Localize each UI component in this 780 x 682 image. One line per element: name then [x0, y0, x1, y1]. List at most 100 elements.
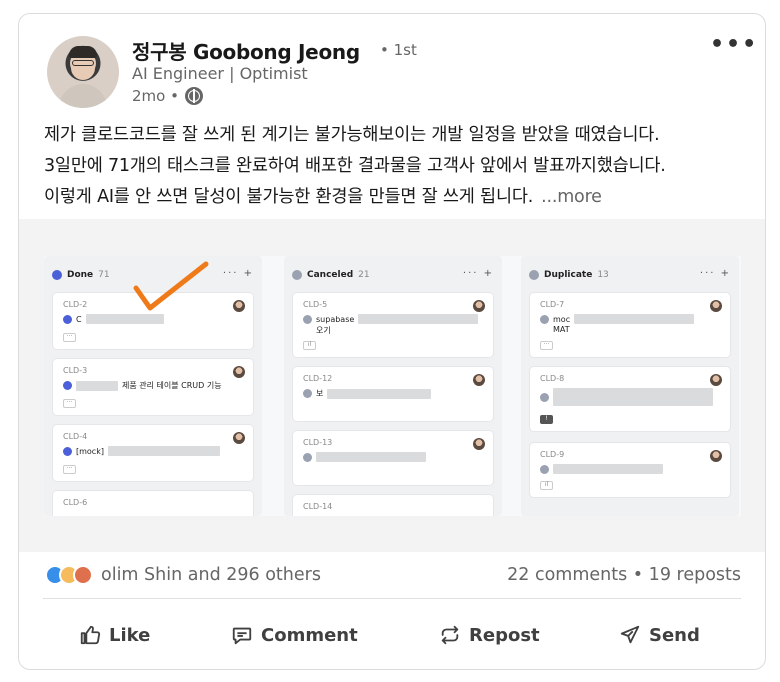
task-title: [mock] — [63, 446, 220, 456]
like-button[interactable]: Like — [79, 614, 150, 656]
assignee-avatar — [233, 366, 245, 378]
column-count: 21 — [358, 270, 370, 280]
redacted-text — [76, 380, 118, 391]
task-text: moc — [553, 314, 571, 324]
assignee-avatar — [473, 300, 485, 312]
see-more-link[interactable]: ...more — [541, 187, 602, 207]
comment-icon — [232, 627, 252, 645]
author-name[interactable]: 정구봉 Goobong Jeong — [132, 36, 360, 65]
done-status-icon — [52, 270, 62, 280]
assignee-avatar — [473, 438, 485, 450]
task-card: CLD-13 — [292, 430, 494, 486]
repost-button[interactable]: Repost — [439, 614, 540, 656]
task-id: CLD-14 — [303, 502, 333, 511]
column-title: Duplicate — [544, 270, 593, 280]
task-title: moc — [540, 314, 695, 324]
redacted-text — [553, 388, 713, 406]
repost-label: Repost — [469, 624, 540, 646]
redacted-text — [107, 446, 220, 456]
task-text: [mock] — [76, 446, 104, 456]
task-id: CLD-6 — [63, 498, 88, 507]
priority-chip: ıl — [540, 481, 553, 490]
author-headline: AI Engineer | Optimist — [132, 64, 308, 83]
divider — [43, 598, 741, 599]
globe-icon — [184, 87, 203, 105]
column-header: Duplicate 13 — [529, 270, 609, 280]
task-card: CLD-3 제품 관리 테이블 CRUD 기능 ··· — [52, 358, 254, 416]
post-line: 제가 클로드코드를 잘 쓰게 된 계기는 불가능해보이는 개발 일정을 받았을 … — [44, 125, 660, 145]
column-title: Done — [67, 270, 94, 280]
post-card: 정구봉 Goobong Jeong • 1st AI Engineer | Op… — [18, 13, 766, 670]
redacted-text — [574, 314, 695, 324]
love-icon — [73, 565, 93, 585]
redacted-text — [327, 388, 432, 399]
task-title-line2: 오기 — [316, 326, 331, 335]
checkmark-doodle — [133, 261, 209, 311]
task-chip: ··· — [63, 399, 76, 408]
task-card: CLD-4 [mock] ··· — [52, 424, 254, 482]
task-id: CLD-4 — [63, 432, 88, 441]
reactions-summary[interactable]: olim Shin and 296 others — [45, 565, 321, 585]
canceled-status-icon — [292, 270, 302, 280]
priority-chip: ! — [540, 415, 553, 424]
assignee-avatar — [710, 300, 722, 312]
task-id: CLD-2 — [63, 300, 88, 309]
send-button[interactable]: Send — [619, 614, 700, 656]
post-line-text: 이렇게 AI를 안 쓰면 달성이 불가능한 환경을 만들면 잘 쓰게 됩니다. — [44, 187, 534, 207]
assignee-avatar — [233, 300, 245, 312]
reactions-text[interactable]: olim Shin and 296 others — [101, 565, 321, 585]
column-count: 13 — [597, 270, 609, 280]
column-header: Canceled 21 — [292, 270, 370, 280]
comment-button[interactable]: Comment — [231, 614, 358, 656]
task-card: CLD-6 — [52, 490, 254, 516]
column-title: Canceled — [307, 270, 354, 280]
connection-degree: • 1st — [380, 41, 417, 59]
task-title-line2: MAT — [553, 325, 570, 334]
task-card: CLD-8 ! — [529, 366, 731, 432]
canceled-icon — [303, 314, 312, 324]
column-canceled: Canceled 21 ··· + CLD-5 supabase 오기 ıl C… — [284, 256, 502, 516]
action-bar: Like Comment Repost Send — [19, 614, 765, 656]
column-done: Done 71 ··· + CLD-2 C ··· CLD-3 제품 관리 테이… — [44, 256, 262, 516]
task-id: CLD-3 — [63, 366, 88, 375]
column-actions: ··· + — [222, 268, 254, 279]
task-text: 보 — [316, 389, 324, 398]
more-options-icon[interactable]: ••• — [710, 32, 758, 57]
repost-icon — [441, 625, 459, 645]
assignee-avatar — [710, 450, 722, 462]
canceled-icon — [303, 389, 312, 398]
task-title — [540, 388, 713, 406]
comments-reposts-count[interactable]: 22 comments • 19 reposts — [507, 565, 741, 585]
task-id: CLD-9 — [540, 450, 565, 459]
task-id: CLD-5 — [303, 300, 328, 309]
author-avatar[interactable] — [47, 36, 119, 108]
task-card: CLD-14 — [292, 494, 494, 516]
task-title — [303, 452, 426, 462]
task-title — [540, 464, 663, 474]
kanban-board: Done 71 ··· + CLD-2 C ··· CLD-3 제품 관리 테이… — [44, 256, 741, 516]
canceled-icon — [303, 452, 312, 462]
priority-chip: ıl — [303, 341, 316, 350]
task-text: supabase — [316, 314, 355, 324]
column-count: 71 — [98, 270, 110, 280]
task-title: 제품 관리 테이블 CRUD 기능 — [63, 380, 222, 391]
duplicate-icon — [540, 314, 549, 324]
post-line: 3일만에 71개의 태스크를 완료하여 배포한 결과물을 고객사 앞에서 발표까… — [44, 156, 666, 176]
comment-label: Comment — [261, 624, 358, 646]
task-id: CLD-13 — [303, 438, 333, 447]
task-id: CLD-7 — [540, 300, 565, 309]
post-time: 2mo • — [132, 87, 179, 105]
task-card: CLD-5 supabase 오기 ıl — [292, 292, 494, 358]
task-title: supabase — [303, 314, 479, 324]
redacted-text — [553, 464, 663, 474]
redacted-text — [358, 314, 479, 324]
column-duplicate: Duplicate 13 ··· + CLD-7 moc MAT ··· CLD… — [521, 256, 739, 516]
column-header: Done 71 — [52, 270, 110, 280]
task-text: 제품 관리 테이블 CRUD 기능 — [122, 381, 222, 390]
post-image[interactable]: Done 71 ··· + CLD-2 C ··· CLD-3 제품 관리 테이… — [19, 219, 765, 552]
post-timestamp: 2mo • — [132, 87, 203, 105]
task-card: CLD-7 moc MAT ··· — [529, 292, 731, 358]
thumbs-up-icon — [80, 625, 101, 645]
task-text: C — [76, 314, 82, 324]
task-card: CLD-12 보 — [292, 366, 494, 422]
